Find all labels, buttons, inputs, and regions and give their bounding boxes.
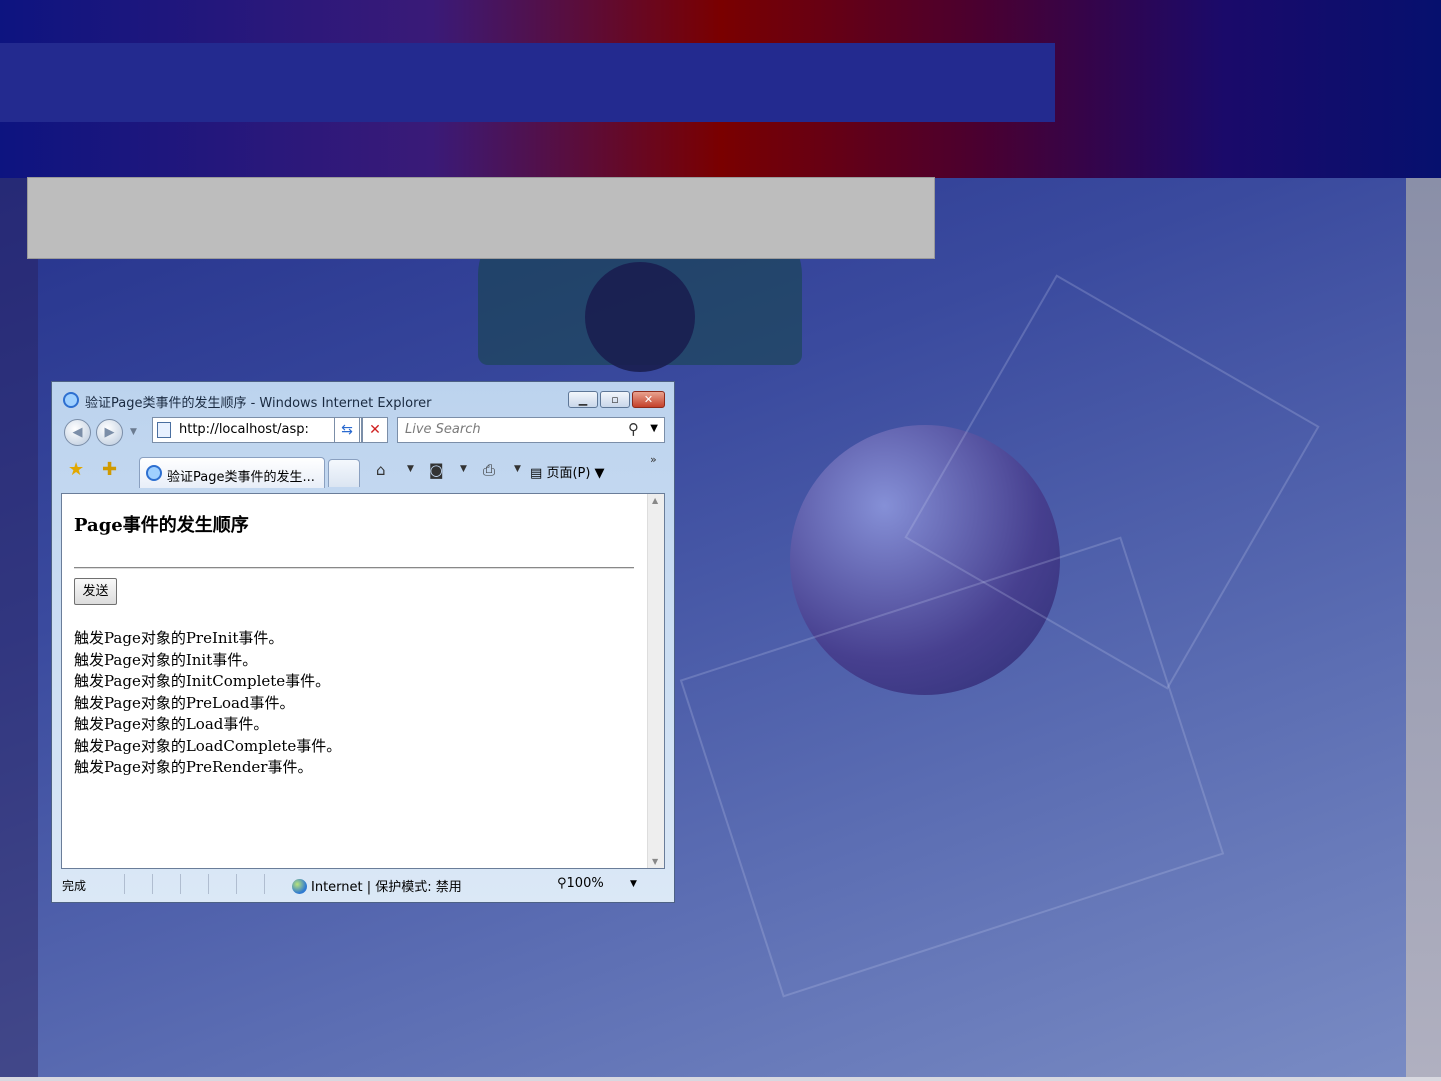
status-bar: 完成 Internet | 保护模式: 禁用 ⚲100% ▼ xyxy=(52,870,674,902)
maximize-icon: ▫ xyxy=(611,393,619,406)
zone-text: Internet | 保护模式: 禁用 xyxy=(311,880,462,895)
event-line: 触发Page对象的Load事件。 xyxy=(74,715,269,733)
refresh-button[interactable]: ⇆ xyxy=(334,417,360,443)
window-title: 验证Page类事件的发生顺序 - Windows Internet Explor… xyxy=(85,396,432,411)
slide-title-strip xyxy=(0,43,1055,122)
forward-button[interactable]: ▶ xyxy=(96,419,123,446)
close-icon: ✕ xyxy=(643,393,654,406)
page-menu-icon: ▤ xyxy=(530,466,543,481)
tab-bar: ★ ✚ 验证Page类事件的发生... ⌂ ▼ ◙ ▼ ⎙ ▼ ▤ 页面(P) … xyxy=(52,452,674,490)
maximize-button[interactable]: ▫ xyxy=(600,391,630,408)
back-arrow-icon: ◀ xyxy=(72,425,83,440)
print-dropdown[interactable]: ▼ xyxy=(514,464,521,474)
browser-window: 验证Page类事件的发生顺序 - Windows Internet Explor… xyxy=(51,381,675,903)
status-panels xyxy=(124,874,292,894)
vertical-scrollbar[interactable]: ▲ ▼ xyxy=(647,494,664,868)
scroll-up-icon[interactable]: ▲ xyxy=(652,496,658,505)
event-line: 触发Page对象的PreInit事件。 xyxy=(74,629,284,647)
close-button[interactable]: ✕ xyxy=(632,391,665,408)
forward-arrow-icon: ▶ xyxy=(104,425,115,440)
ie-logo-icon xyxy=(146,465,162,481)
event-line: 触发Page对象的Init事件。 xyxy=(74,650,258,669)
page-menu-label: 页面(P) xyxy=(546,466,591,481)
back-button[interactable]: ◀ xyxy=(64,419,91,446)
slide-left-strip xyxy=(0,178,38,1081)
add-favorite-icon[interactable]: ✚ xyxy=(102,459,117,480)
rss-icon[interactable]: ◙ xyxy=(429,461,444,479)
page-menu[interactable]: ▤ 页面(P) ▼ xyxy=(530,462,605,481)
search-input[interactable]: Live Search ⚲ ▼ xyxy=(397,417,665,443)
page-icon xyxy=(157,422,171,438)
home-icon[interactable]: ⌂ xyxy=(376,461,386,479)
new-tab-button[interactable] xyxy=(328,459,360,487)
tab-current[interactable]: 验证Page类事件的发生... xyxy=(139,457,325,488)
zoom-icon: ⚲ xyxy=(557,876,567,891)
page-content: Page事件的发生顺序 发送 触发Page对象的PreInit事件。 触发Pag… xyxy=(61,493,665,869)
status-text: 完成 xyxy=(62,879,87,893)
zoom-control[interactable]: ⚲100% xyxy=(557,876,604,891)
event-line: 触发Page对象的PreLoad事件。 xyxy=(74,693,295,712)
recent-pages-dropdown[interactable]: ▼ xyxy=(130,427,137,437)
scroll-down-icon[interactable]: ▼ xyxy=(652,857,658,866)
zoom-level: 100% xyxy=(566,876,604,891)
slide-right-strip xyxy=(1406,178,1441,1081)
stop-button[interactable]: ✕ xyxy=(362,417,388,443)
tab-label: 验证Page类事件的发生... xyxy=(167,470,315,485)
chevron-more-icon[interactable]: » xyxy=(650,453,657,466)
event-line: 触发Page对象的PreRender事件。 xyxy=(74,758,313,776)
event-line: 触发Page对象的LoadComplete事件。 xyxy=(74,736,342,755)
browser-titlebar: 验证Page类事件的发生顺序 - Windows Internet Explor… xyxy=(52,382,674,418)
event-log: 触发Page对象的PreInit事件。 触发Page对象的Init事件。 触发P… xyxy=(74,628,341,779)
minimize-button[interactable]: ▁ xyxy=(568,391,598,408)
navigation-bar: ◀ ▶ ▼ http://localhost/asp: ▼ ⇆ ✕ Live S… xyxy=(52,415,674,447)
slide-subtitle-banner xyxy=(27,177,935,259)
horizontal-rule xyxy=(74,567,634,569)
page-heading: Page事件的发生顺序 xyxy=(74,515,249,536)
stop-icon: ✕ xyxy=(369,422,381,438)
minimize-icon: ▁ xyxy=(578,393,588,406)
ie-logo-icon xyxy=(63,392,79,408)
send-button[interactable]: 发送 xyxy=(74,578,117,605)
rss-dropdown[interactable]: ▼ xyxy=(460,464,467,474)
home-dropdown[interactable]: ▼ xyxy=(407,464,414,474)
address-bar[interactable]: http://localhost/asp: ▼ xyxy=(152,417,362,443)
search-options-dropdown[interactable]: ▼ xyxy=(650,423,658,434)
slide-bottom-line xyxy=(0,1077,1441,1081)
security-zone[interactable]: Internet | 保护模式: 禁用 xyxy=(292,876,462,895)
star-icon[interactable]: ★ xyxy=(68,459,84,480)
magnifier-icon[interactable]: ⚲ xyxy=(628,420,639,438)
zoom-dropdown[interactable]: ▼ xyxy=(630,879,637,889)
window-controls: ▁ ▫ ✕ xyxy=(568,391,665,409)
event-line: 触发Page对象的InitComplete事件。 xyxy=(74,672,331,690)
globe-icon xyxy=(292,879,307,894)
search-placeholder: Live Search xyxy=(405,422,481,437)
background-figure-head xyxy=(585,262,695,372)
address-url[interactable]: http://localhost/asp: xyxy=(179,422,334,437)
refresh-icon: ⇆ xyxy=(341,422,353,438)
printer-icon[interactable]: ⎙ xyxy=(483,461,495,479)
